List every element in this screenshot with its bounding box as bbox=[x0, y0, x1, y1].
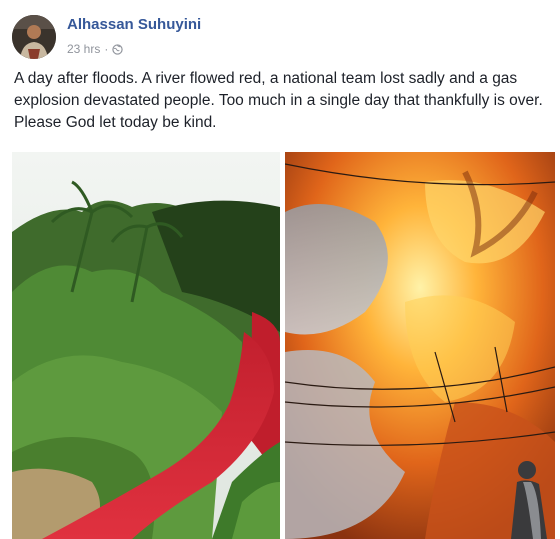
photo-gas-explosion[interactable] bbox=[285, 152, 555, 539]
meta-separator: · bbox=[104, 42, 109, 56]
post-meta: 23 hrs · bbox=[67, 42, 124, 56]
globe-icon[interactable] bbox=[112, 43, 124, 55]
post-text: A day after floods. A river flowed red, … bbox=[14, 70, 543, 131]
timestamp[interactable]: 23 hrs bbox=[67, 42, 100, 56]
photo-red-river[interactable] bbox=[12, 152, 280, 539]
facebook-post: Alhassan Suhuyini 23 hrs · A day after f… bbox=[0, 0, 560, 539]
avatar[interactable] bbox=[12, 15, 56, 59]
author-name[interactable]: Alhassan Suhuyini bbox=[67, 16, 201, 33]
